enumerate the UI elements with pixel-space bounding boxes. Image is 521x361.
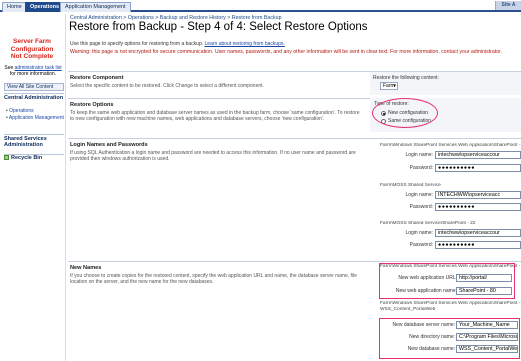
- page-intro: Use this page to specify options for res…: [70, 41, 510, 47]
- login-group-2-head: Farm\MOSS Shared Service: [380, 183, 441, 188]
- site-actions-button[interactable]: Site A: [495, 1, 521, 10]
- tab-operations[interactable]: Operations: [25, 2, 65, 12]
- recycle-bin-icon: [4, 155, 9, 160]
- login-group-1-head: Farm\Windows SharePoint Services Web App…: [380, 143, 521, 148]
- top-navigation-bar: Home Operations Application Management S…: [0, 0, 521, 12]
- login-name-input-3[interactable]: intechww\opserviceaccour: [435, 229, 521, 237]
- nav-divider: [4, 134, 64, 135]
- login-name-label: Login name:: [405, 192, 433, 198]
- login-name-input-1[interactable]: intechww\opserviceaccour: [435, 151, 521, 159]
- learn-restore-link[interactable]: Learn about restoring from backups.: [205, 41, 285, 47]
- new-names-title: New Names: [70, 265, 102, 271]
- password-input-2[interactable]: ●●●●●●●●●●: [435, 203, 521, 211]
- restore-content-select[interactable]: Farm: [380, 82, 398, 90]
- security-warning: Warning: this page is not encrypted for …: [70, 49, 503, 55]
- login-title: Login Names and Passwords: [70, 142, 148, 148]
- nav-divider: [4, 93, 64, 94]
- password-label: Password:: [409, 204, 433, 210]
- sidebar-item-operations[interactable]: Operations: [6, 108, 64, 114]
- database-head-line-1: Farm\Windows SharePoint Services Web App…: [380, 301, 521, 306]
- tab-home[interactable]: Home: [2, 2, 27, 12]
- alert-line-3: Not Complete: [10, 53, 54, 60]
- alert-line-2: Configuration: [10, 45, 54, 53]
- password-label: Password:: [409, 165, 433, 171]
- page-title: Restore from Backup - Step 4 of 4: Selec…: [69, 21, 368, 33]
- database-highlight: [379, 318, 520, 359]
- left-sidebar: Server Farm Configuration Not Complete S…: [0, 14, 66, 361]
- restore-component-title: Restore Component: [70, 75, 124, 81]
- tab-application-management[interactable]: Application Management: [60, 2, 131, 12]
- intro-text: Use this page to specify options for res…: [70, 41, 205, 47]
- recycle-bin-label: Recycle Bin: [11, 155, 43, 161]
- password-input-3[interactable]: ●●●●●●●●●●: [435, 241, 521, 249]
- new-configuration-highlight: [372, 98, 438, 128]
- server-farm-alert: Server Farm Configuration Not Complete: [2, 38, 62, 61]
- web-application-highlight: [379, 263, 515, 299]
- sidebar-item-application-management[interactable]: Application Management: [6, 115, 64, 121]
- restore-content-label: Restore the following content:: [373, 75, 439, 81]
- recycle-bin-link[interactable]: Recycle Bin: [4, 155, 64, 162]
- login-group-1: Farm\Windows SharePoint Services Web App…: [373, 143, 521, 179]
- login-name-label: Login name:: [405, 230, 433, 236]
- admin-note-suffix: for more information.: [9, 71, 57, 77]
- restore-component-desc: Select the specific content to be restor…: [70, 83, 264, 89]
- login-name-label: Login name:: [405, 152, 433, 158]
- nav-central-administration[interactable]: Central Administration: [4, 95, 64, 101]
- new-names-desc: If you choose to create copies for the r…: [70, 273, 357, 285]
- restore-options-title: Restore Options: [70, 102, 114, 108]
- login-group-3: Farm\MOSS Shared Service\SharePoint - 22…: [373, 221, 521, 257]
- admin-task-note: See administrator task list for more inf…: [2, 65, 64, 77]
- restore-component-panel: Restore the following content: Farm: [370, 72, 521, 95]
- view-all-site-content-link[interactable]: View All Site Content: [4, 83, 64, 91]
- login-group-3-head: Farm\MOSS Shared Service\SharePoint - 22: [380, 221, 476, 226]
- nav-shared-services-administration[interactable]: Shared Services Administration: [4, 136, 64, 148]
- database-head-line-2: WSS_Content_PortalWeb: [380, 307, 436, 312]
- password-label: Password:: [409, 242, 433, 248]
- restore-options-desc: To keep the same web application and dat…: [70, 110, 360, 122]
- login-desc: If using SQL Authentication a login name…: [70, 150, 356, 162]
- login-group-2: Farm\MOSS Shared Service Login name: INT…: [373, 183, 521, 219]
- login-name-input-2[interactable]: INTECHWW\opserviceacc: [435, 191, 521, 199]
- alert-line-1: Server Farm: [13, 38, 51, 45]
- password-input-1[interactable]: ●●●●●●●●●●: [435, 164, 521, 172]
